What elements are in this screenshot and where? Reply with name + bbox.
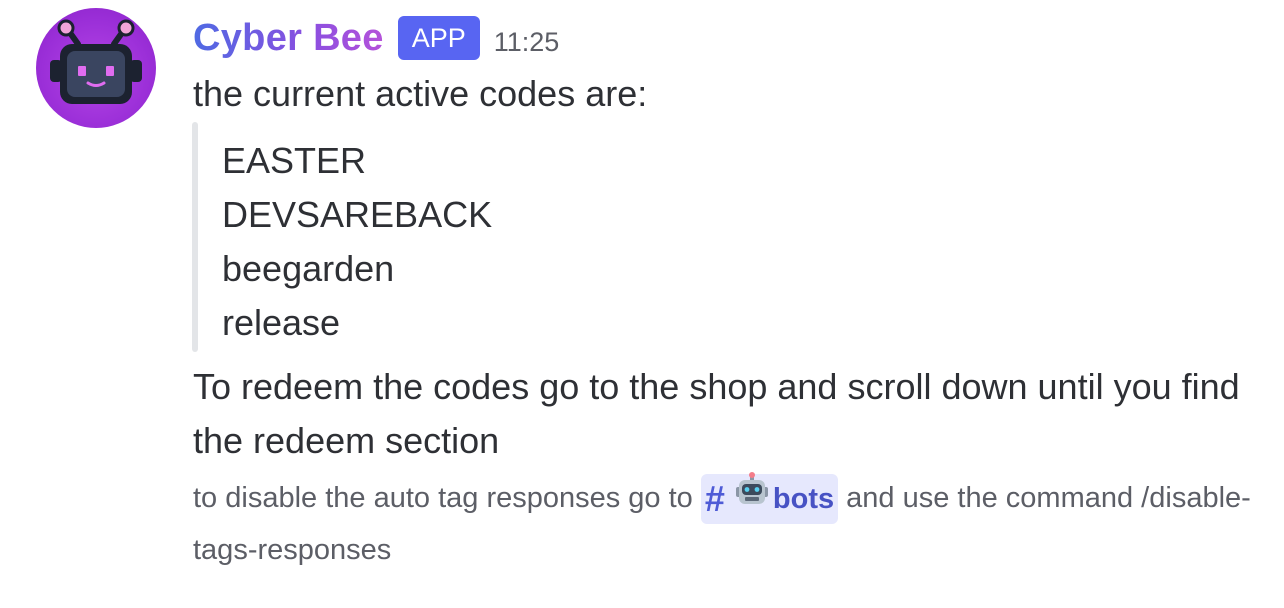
channel-name: bots [772,483,835,516]
channel-mention[interactable]: # bots [700,471,839,527]
avatar[interactable] [36,8,156,128]
note-text-before: to disable the auto tag responses go to [193,482,693,514]
message-header: Cyber Bee APP 11:25 [193,12,559,64]
subtext-note: to disable the auto tag responses go to … [193,471,1253,576]
robot-emoji-icon [733,471,771,527]
robot-bee-avatar-icon [50,19,142,104]
list-item: DEVSAREBACK [222,194,493,235]
app-badge: APP [397,16,480,60]
message-intro: the current active codes are: [193,73,648,114]
chat-message: Cyber Bee APP 11:25 the current active c… [0,0,1284,608]
blockquote-bar [192,122,198,352]
code-list: EASTER DEVSAREBACK beegarden release [222,134,492,350]
list-item: EASTER [222,140,367,181]
hash-icon: # [704,478,725,520]
author-name[interactable]: Cyber Bee [193,14,384,62]
redeem-instructions: To redeem the codes go to the shop and s… [193,366,1240,461]
list-item: beegarden [222,248,395,289]
list-item: release [222,302,341,343]
timestamp[interactable]: 11:25 [494,16,560,60]
